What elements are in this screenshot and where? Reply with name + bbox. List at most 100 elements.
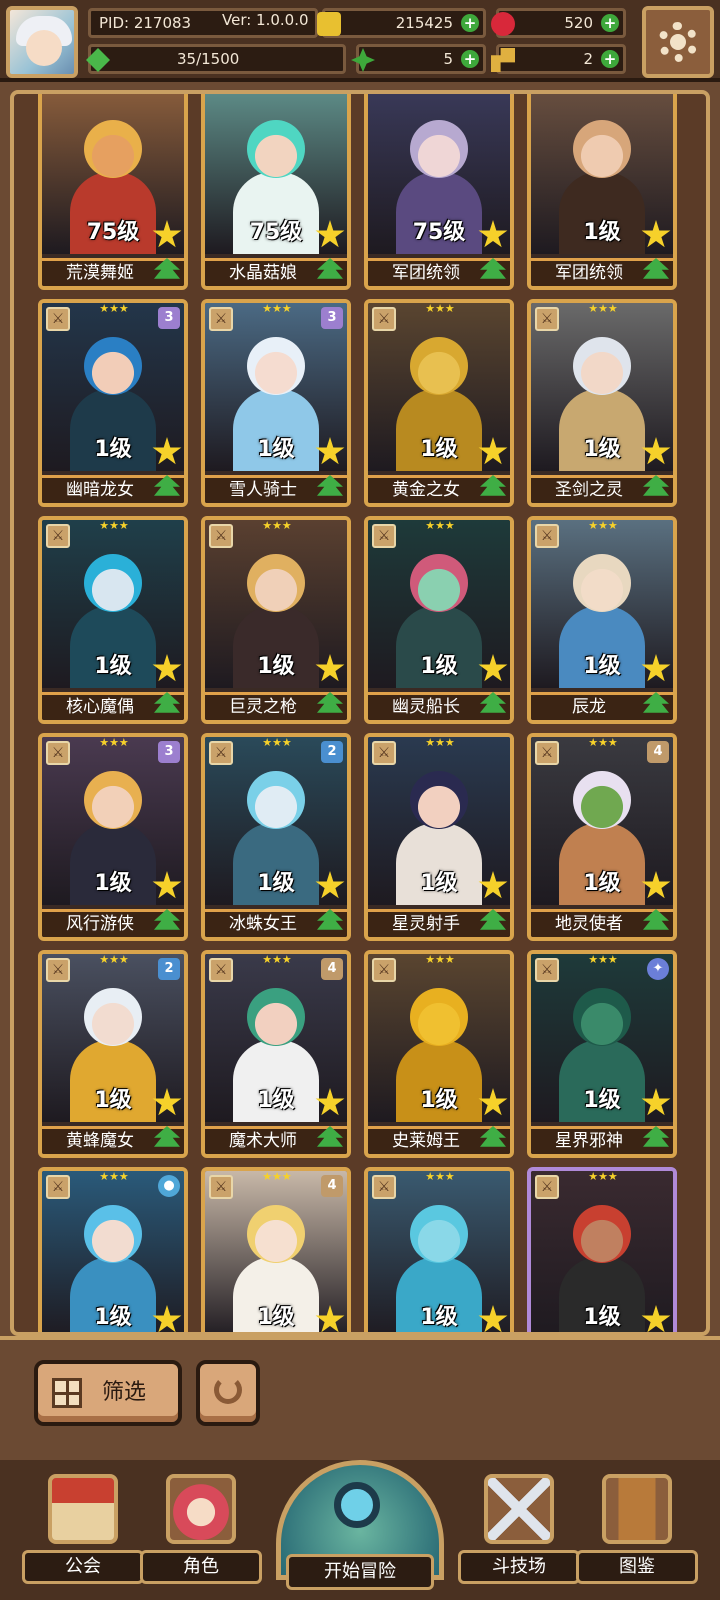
player-id-text: PID: 217083	[99, 14, 192, 32]
character-card[interactable]: 75级 荒漠舞姬	[38, 94, 188, 290]
character-card[interactable]: ⚔ ★★★ 1级 史莱姆王	[364, 950, 514, 1158]
character-card[interactable]: ⚔ ★★★ ✦ 1级 星界邪神	[527, 950, 677, 1158]
rank-stars: ★★★	[588, 519, 618, 532]
portrait-head	[573, 771, 631, 829]
character-card[interactable]: 75级 水晶菇娘	[201, 94, 351, 290]
settings-button[interactable]	[642, 6, 714, 78]
nav-arena-button[interactable]: 斗技场	[458, 1474, 580, 1584]
add-gold-button[interactable]: +	[461, 14, 479, 32]
key-icon	[491, 48, 515, 72]
class-icon: ⚔	[535, 307, 559, 331]
rank-stars: ★★★	[425, 519, 455, 532]
portrait-head	[573, 120, 631, 178]
portrait-head	[410, 771, 468, 829]
character-card[interactable]: ⚔ ★★★ 1级 圣剑之灵	[527, 299, 677, 507]
nav-role-button[interactable]: 角色	[140, 1474, 262, 1584]
experience-bar: 35/1500	[88, 44, 346, 74]
quality-badge: 2	[321, 741, 343, 763]
rank-stars: ★★★	[99, 302, 129, 315]
portrait-head	[247, 771, 305, 829]
quality-badge: 4	[321, 1175, 343, 1197]
nav-codex-label: 图鉴	[576, 1550, 698, 1584]
character-card[interactable]: ⚔ ★★★ 3 1级 雪人骑士	[201, 299, 351, 507]
add-ruby-button[interactable]: +	[601, 14, 619, 32]
character-card[interactable]: ⚔ ★★★ 1级 幽灵船长	[364, 516, 514, 724]
portrait-head	[247, 554, 305, 612]
start-adventure-button[interactable]: 开始冒险	[276, 1460, 444, 1600]
clover-icon	[351, 48, 375, 72]
character-card[interactable]: 75级 军团统领	[364, 94, 514, 290]
class-icon: ⚔	[209, 958, 233, 982]
character-card[interactable]: ⚔ ★★★ 3 1级 幽暗龙女	[38, 299, 188, 507]
portrait-head	[247, 988, 305, 1046]
class-icon: ⚔	[535, 524, 559, 548]
refresh-button[interactable]	[196, 1360, 260, 1426]
rank-stars: ★★★	[99, 736, 129, 749]
character-card[interactable]: ⚔ ★★★ 1级 辰龙	[527, 516, 677, 724]
key-counter: 2 +	[491, 44, 626, 74]
rank-stars: ★★★	[262, 736, 292, 749]
class-icon: ⚔	[372, 741, 396, 765]
rank-stars: ★★★	[425, 302, 455, 315]
character-card[interactable]: ⚔ ★★★ 4 1级 魔术大师	[201, 950, 351, 1158]
portrait-head	[573, 337, 631, 395]
bottom-nav: 公会 角色 开始冒险 斗技场 图鉴	[0, 1460, 720, 1600]
portrait-head	[573, 1205, 631, 1263]
class-icon: ⚔	[535, 741, 559, 765]
character-card[interactable]: ⚔ ★★★ 2 1级 冰蛛女王	[201, 733, 351, 941]
character-card[interactable]: ⚔★★★ 1级 狩猎勇士	[527, 1167, 677, 1332]
portrait-head	[410, 988, 468, 1046]
class-icon: ⚔	[46, 958, 70, 982]
class-icon: ⚔	[209, 741, 233, 765]
portrait-head	[247, 120, 305, 178]
quality-badge: 3	[321, 307, 343, 329]
character-card[interactable]: ⚔★★★ ● 1级 星界邪神	[38, 1167, 188, 1332]
portrait-head	[84, 988, 142, 1046]
add-key-button[interactable]: +	[601, 50, 619, 68]
character-card[interactable]: ⚔★★★ 1级 宁静水灵	[364, 1167, 514, 1332]
quality-badge: 3	[158, 741, 180, 763]
character-card[interactable]: ⚔ ★★★ 3 1级 风行游侠	[38, 733, 188, 941]
character-card[interactable]: ⚔ ★★★ 1级 巨灵之枪	[201, 516, 351, 724]
character-card[interactable]: ⚔★★★ 4 1级 无瑕贤者	[201, 1167, 351, 1332]
magnifier-icon	[334, 1482, 380, 1528]
character-list-panel[interactable]: 75级 荒漠舞姬 75级 水晶菇娘 75级 军团统领 1级 军团统领 ⚔ ★★★…	[10, 90, 710, 1336]
refresh-icon	[214, 1376, 242, 1404]
portrait-head	[410, 1205, 468, 1263]
portrait-head	[84, 1205, 142, 1263]
avatar-face	[26, 30, 62, 66]
rank-stars: ★★★	[262, 302, 292, 315]
character-card[interactable]: ⚔ ★★★ 1级 星灵射手	[364, 733, 514, 941]
rank-stars: ★★★	[588, 953, 618, 966]
portrait-head	[410, 554, 468, 612]
class-icon: ⚔	[46, 307, 70, 331]
class-icon: ⚔	[372, 524, 396, 548]
quality-badge: ●	[158, 1175, 180, 1197]
nav-codex-button[interactable]: 图鉴	[576, 1474, 698, 1584]
ruby-icon	[491, 12, 515, 36]
character-card[interactable]: ⚔ ★★★ 1级 核心魔偶	[38, 516, 188, 724]
character-card[interactable]: 1级 军团统领	[527, 94, 677, 290]
filter-button[interactable]: 筛选	[34, 1360, 182, 1426]
class-icon: ⚔	[209, 307, 233, 331]
portrait-head	[247, 337, 305, 395]
player-avatar[interactable]	[6, 6, 78, 78]
add-clover-button[interactable]: +	[461, 50, 479, 68]
character-card[interactable]: ⚔ ★★★ 2 1级 黄蜂魔女	[38, 950, 188, 1158]
class-icon: ⚔	[209, 1175, 233, 1199]
grid-icon	[52, 1378, 82, 1408]
rank-stars: ★★★	[262, 953, 292, 966]
ruby-counter: 520 +	[491, 8, 626, 38]
class-icon: ⚔	[535, 1175, 559, 1199]
character-card[interactable]: ⚔ ★★★ 4 1级 地灵使者	[527, 733, 677, 941]
portrait-head	[573, 554, 631, 612]
character-card[interactable]: ⚔ ★★★ 1级 黄金之女	[364, 299, 514, 507]
portrait-head	[84, 771, 142, 829]
portrait-head	[84, 554, 142, 612]
nav-guild-button[interactable]: 公会	[22, 1474, 144, 1584]
portrait-head	[573, 988, 631, 1046]
ruby-amount: 520	[564, 14, 593, 32]
bottom-area: 筛选 公会 角色 开始冒险 斗技场 图鉴	[0, 1336, 720, 1600]
quality-badge: 2	[158, 958, 180, 980]
nav-role-label: 角色	[140, 1550, 262, 1584]
